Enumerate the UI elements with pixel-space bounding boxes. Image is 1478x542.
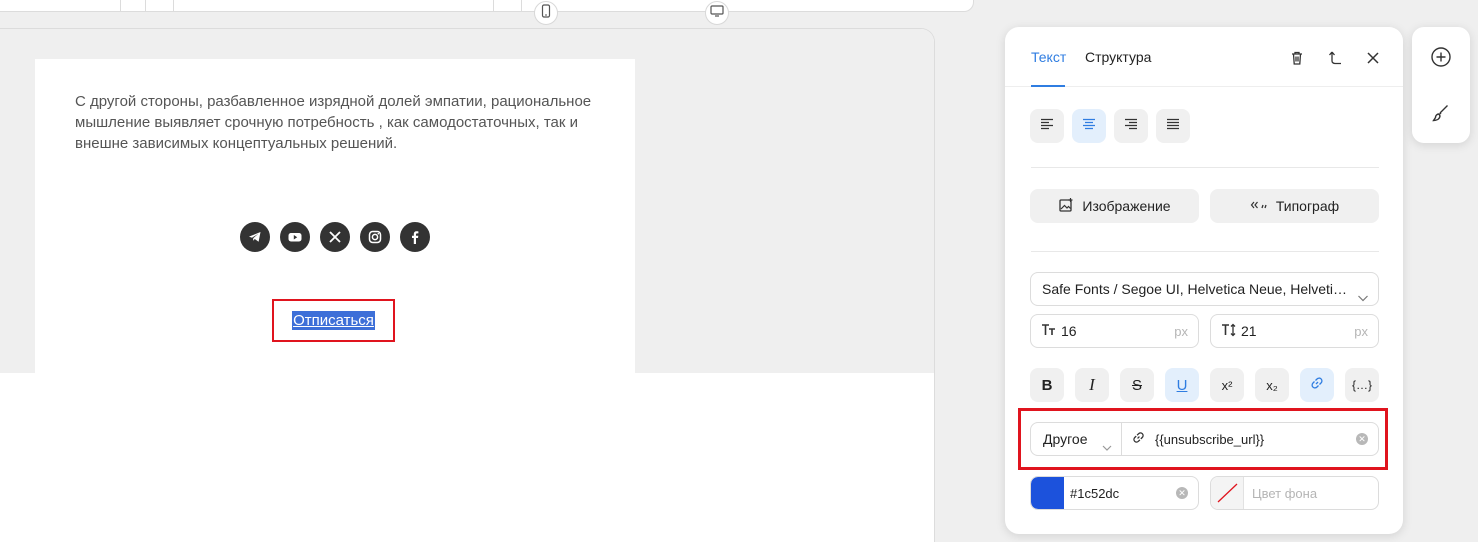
text-color-field[interactable]: #1c52dc ✕: [1030, 476, 1199, 510]
superscript-button[interactable]: x²: [1210, 368, 1244, 402]
divider: [1031, 167, 1379, 168]
instagram-icon[interactable]: [360, 222, 390, 252]
desktop-icon: [710, 4, 724, 22]
align-right-button[interactable]: [1114, 109, 1148, 143]
brush-icon[interactable]: [1429, 101, 1453, 125]
align-left-icon: [1040, 117, 1054, 135]
line-height-value: 21: [1241, 323, 1257, 339]
font-size-unit: px: [1174, 323, 1188, 339]
mobile-preview-button[interactable]: [534, 1, 558, 25]
font-family-value: Safe Fonts / Segoe UI, Helvetica Neue, H…: [1042, 281, 1379, 297]
line-height-icon: [1221, 323, 1237, 340]
clear-icon[interactable]: ✕: [1176, 487, 1188, 499]
toolbar-divider: [521, 0, 522, 12]
right-tool-rail: [1412, 27, 1470, 143]
trash-icon[interactable]: [1286, 47, 1308, 69]
background-color-placeholder: Цвет фона: [1252, 485, 1318, 501]
divider: [1031, 251, 1379, 252]
link-url-value: {{unsubscribe_url}}: [1155, 431, 1265, 447]
line-height-unit: px: [1354, 323, 1368, 339]
editor-canvas: С другой стороны, разбавленное изрядной …: [0, 28, 935, 542]
text-color-swatch[interactable]: [1031, 477, 1064, 509]
font-family-select[interactable]: Safe Fonts / Segoe UI, Helvetica Neue, H…: [1030, 272, 1379, 306]
align-justify-button[interactable]: [1156, 109, 1190, 143]
align-left-button[interactable]: [1030, 109, 1064, 143]
unsubscribe-highlight: Отписаться: [272, 299, 395, 342]
social-icons-row[interactable]: [240, 222, 430, 252]
toolbar-divider: [145, 0, 146, 12]
telegram-icon[interactable]: [240, 222, 270, 252]
align-right-icon: [1124, 117, 1138, 135]
image-button[interactable]: Изображение: [1030, 189, 1199, 223]
toolbar-divider: [120, 0, 121, 12]
no-color-swatch[interactable]: [1211, 477, 1244, 509]
desktop-preview-button[interactable]: [705, 1, 729, 25]
link-type-value: Другое: [1043, 431, 1088, 447]
select-parent-icon[interactable]: [1324, 47, 1346, 69]
chevron-down-icon: [1357, 283, 1369, 305]
panel-tabs: Текст Структура: [1005, 27, 1403, 87]
chevron-down-icon: [1101, 433, 1113, 465]
background-color-field[interactable]: Цвет фона: [1210, 476, 1379, 510]
typograf-button-label: Типограф: [1275, 198, 1340, 214]
font-size-icon: [1041, 323, 1057, 340]
tab-text[interactable]: Текст: [1031, 49, 1066, 65]
italic-button[interactable]: I: [1075, 368, 1109, 402]
active-tab-indicator: [1031, 85, 1065, 87]
subscript-button[interactable]: x₂: [1255, 368, 1289, 402]
link-icon: [1310, 376, 1324, 394]
merge-tag-button[interactable]: {…}: [1345, 368, 1379, 402]
underline-button[interactable]: U: [1165, 368, 1199, 402]
link-url-input[interactable]: {{unsubscribe_url}} ✕: [1121, 422, 1379, 456]
toolbar-divider: [173, 0, 174, 12]
close-icon[interactable]: [1362, 47, 1384, 69]
font-size-value: 16: [1061, 323, 1077, 339]
link-button[interactable]: [1300, 368, 1334, 402]
image-add-icon: [1058, 197, 1074, 216]
font-size-field[interactable]: 16 px: [1030, 314, 1199, 348]
toolbar-divider: [493, 0, 494, 12]
link-type-select[interactable]: Другое: [1030, 422, 1122, 456]
link-icon: [1132, 431, 1145, 447]
image-button-label: Изображение: [1082, 198, 1171, 214]
clear-icon[interactable]: ✕: [1356, 433, 1368, 445]
youtube-icon[interactable]: [280, 222, 310, 252]
x-icon[interactable]: [320, 222, 350, 252]
line-height-field[interactable]: 21 px: [1210, 314, 1379, 348]
align-center-icon: [1082, 117, 1096, 135]
strikethrough-button[interactable]: S: [1120, 368, 1154, 402]
typograf-button[interactable]: Типограф: [1210, 189, 1379, 223]
email-paragraph[interactable]: С другой стороны, разбавленное изрядной …: [75, 91, 615, 154]
tab-structure[interactable]: Структура: [1085, 49, 1151, 65]
email-background: С другой стороны, разбавленное изрядной …: [0, 29, 934, 373]
unsubscribe-link[interactable]: Отписаться: [292, 311, 375, 330]
quotes-icon: [1250, 198, 1268, 215]
align-justify-icon: [1166, 117, 1180, 135]
top-toolbar: [0, 0, 974, 12]
bold-button[interactable]: B: [1030, 368, 1064, 402]
text-settings-panel: Текст Структура Изображение Типограф Saf…: [1005, 27, 1403, 534]
email-body: С другой стороны, разбавленное изрядной …: [35, 59, 635, 373]
text-color-value: #1c52dc: [1070, 485, 1120, 501]
add-block-icon[interactable]: [1429, 45, 1453, 69]
facebook-icon[interactable]: [400, 222, 430, 252]
mobile-icon: [540, 3, 552, 23]
align-center-button[interactable]: [1072, 109, 1106, 143]
